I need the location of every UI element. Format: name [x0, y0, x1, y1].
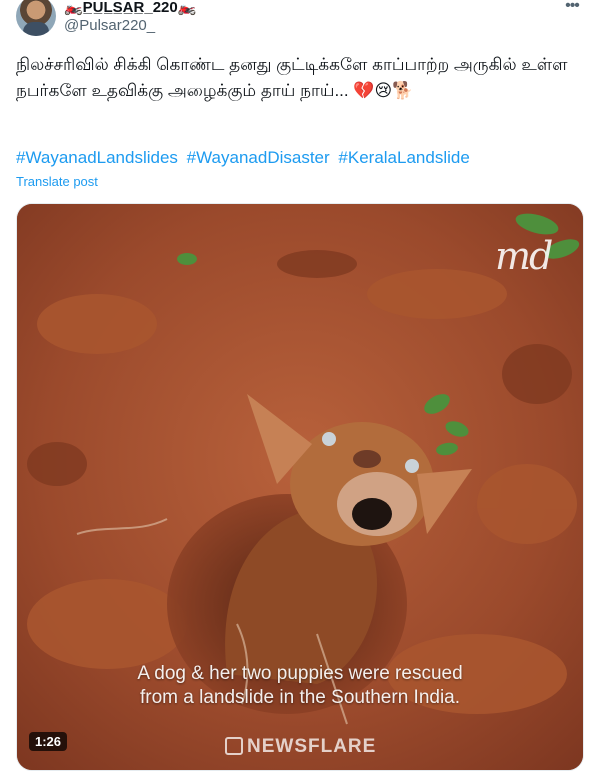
display-name[interactable]: 🏍️P̲U̲L̲S̲A̲R̲_220🏍️	[64, 0, 196, 16]
source-brand: NEWSFLARE	[225, 736, 376, 758]
caption-line: from a landslide in the Southern India.	[139, 687, 461, 708]
post-header: 🏍️P̲U̲L̲S̲A̲R̲_220🏍️ @Pulsar220_ •••	[0, 0, 591, 44]
video-player[interactable]: md A dog & her two puppies were rescued …	[16, 203, 584, 771]
caption-line: A dog & her two puppies were rescued	[137, 663, 463, 684]
video-watermark: md	[495, 234, 553, 278]
post-text: நிலச்சரிவில் சிக்கி கொண்ட தனது குட்டிக்க…	[16, 55, 568, 100]
avatar[interactable]	[16, 0, 56, 36]
hashtag-link[interactable]: #WayanadLandslides	[16, 148, 178, 167]
video-duration-badge: 1:26	[29, 732, 68, 751]
hashtag-link[interactable]: #KeralaLandslide	[338, 148, 469, 167]
hashtag-link[interactable]: #WayanadDisaster	[187, 148, 330, 167]
video-caption: A dog & her two puppies were rescued fro…	[17, 662, 583, 710]
hashtag-list: #WayanadLandslides #WayanadDisaster #Ker…	[16, 147, 576, 169]
more-horizontal-icon[interactable]: •••	[561, 0, 583, 14]
source-brand-label: NEWSFLARE	[247, 736, 377, 757]
translate-post-link[interactable]: Translate post	[16, 174, 98, 190]
user-handle[interactable]: @Pulsar220_	[64, 16, 155, 36]
newsflare-logo-icon	[225, 737, 243, 755]
